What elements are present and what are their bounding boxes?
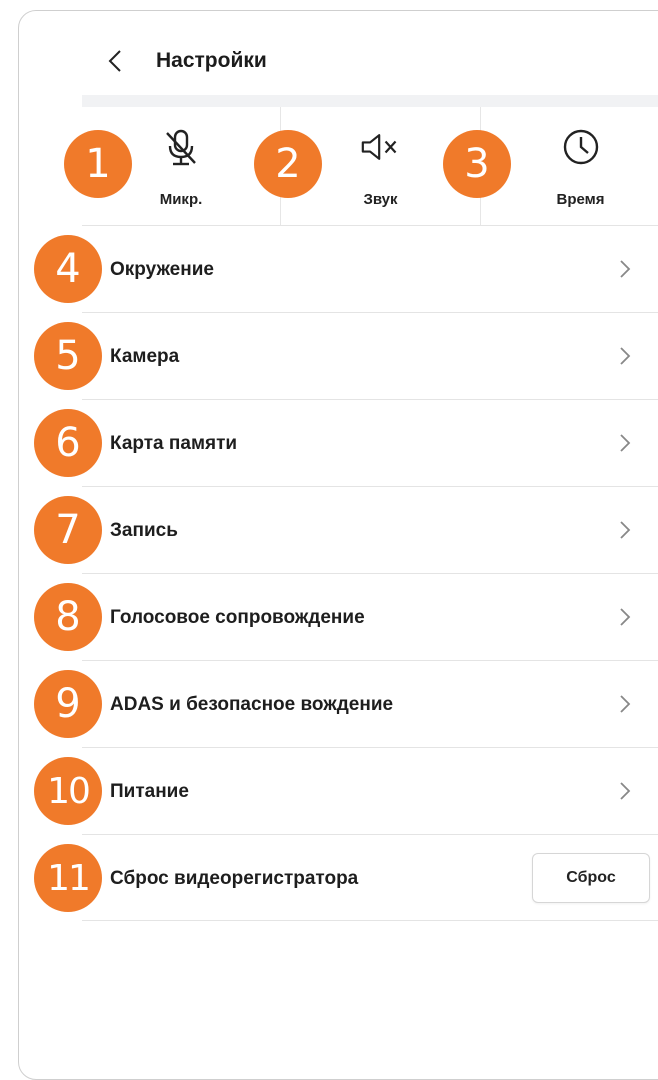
menu-item-label: ADAS и безопасное вождение — [110, 694, 394, 715]
volume-mute-icon — [361, 127, 401, 167]
chevron-right-icon — [620, 608, 631, 626]
chevron-right-icon — [620, 260, 631, 278]
menu-item-voice-guidance[interactable]: Голосовое сопровождение — [82, 573, 658, 660]
menu-item-memory-card[interactable]: Карта памяти — [82, 399, 658, 486]
callout-badge: 1 — [64, 130, 132, 198]
page-header: Настройки — [108, 44, 267, 78]
menu-item-label: Камера — [110, 346, 180, 367]
quick-toggle-sound-label: Звук — [363, 191, 398, 208]
menu-item-label: Запись — [110, 520, 178, 541]
clock-icon — [561, 127, 601, 167]
reset-row: Сброс видеорегистратора Сброс — [82, 834, 658, 921]
mic-off-icon — [161, 127, 201, 167]
back-button[interactable] — [108, 44, 130, 78]
menu-item-adas[interactable]: ADAS и безопасное вождение — [82, 660, 658, 747]
chevron-left-icon — [108, 50, 121, 72]
page-title: Настройки — [156, 49, 267, 72]
chevron-right-icon — [620, 347, 631, 365]
chevron-right-icon — [620, 434, 631, 452]
menu-item-label: Питание — [110, 781, 189, 802]
callout-badge: 6 — [34, 409, 102, 477]
menu-item-recording[interactable]: Запись — [82, 486, 658, 573]
reset-row-label: Сброс видеорегистратора — [110, 868, 359, 889]
quick-settings-bar: Микр. Звук Время — [82, 107, 658, 225]
callout-badge: 9 — [34, 670, 102, 738]
menu-item-environment[interactable]: Окружение — [82, 225, 658, 312]
chevron-right-icon — [620, 782, 631, 800]
callout-badge: 3 — [443, 130, 511, 198]
reset-button[interactable]: Сброс — [532, 853, 650, 903]
menu-item-label: Окружение — [110, 259, 214, 280]
callout-badge: 2 — [254, 130, 322, 198]
header-divider — [82, 95, 658, 107]
callout-badge: 7 — [34, 496, 102, 564]
callout-badge: 5 — [34, 322, 102, 390]
callout-badge: 11 — [34, 844, 102, 912]
menu-item-label: Карта памяти — [110, 433, 238, 454]
callout-badge: 4 — [34, 235, 102, 303]
quick-toggle-time-label: Время — [556, 191, 605, 208]
callout-badge: 8 — [34, 583, 102, 651]
chevron-right-icon — [620, 521, 631, 539]
menu-item-label: Голосовое сопровождение — [110, 607, 365, 628]
menu-item-power[interactable]: Питание — [82, 747, 658, 834]
callout-badge: 10 — [34, 757, 102, 825]
chevron-right-icon — [620, 695, 631, 713]
menu-item-camera[interactable]: Камера — [82, 312, 658, 399]
